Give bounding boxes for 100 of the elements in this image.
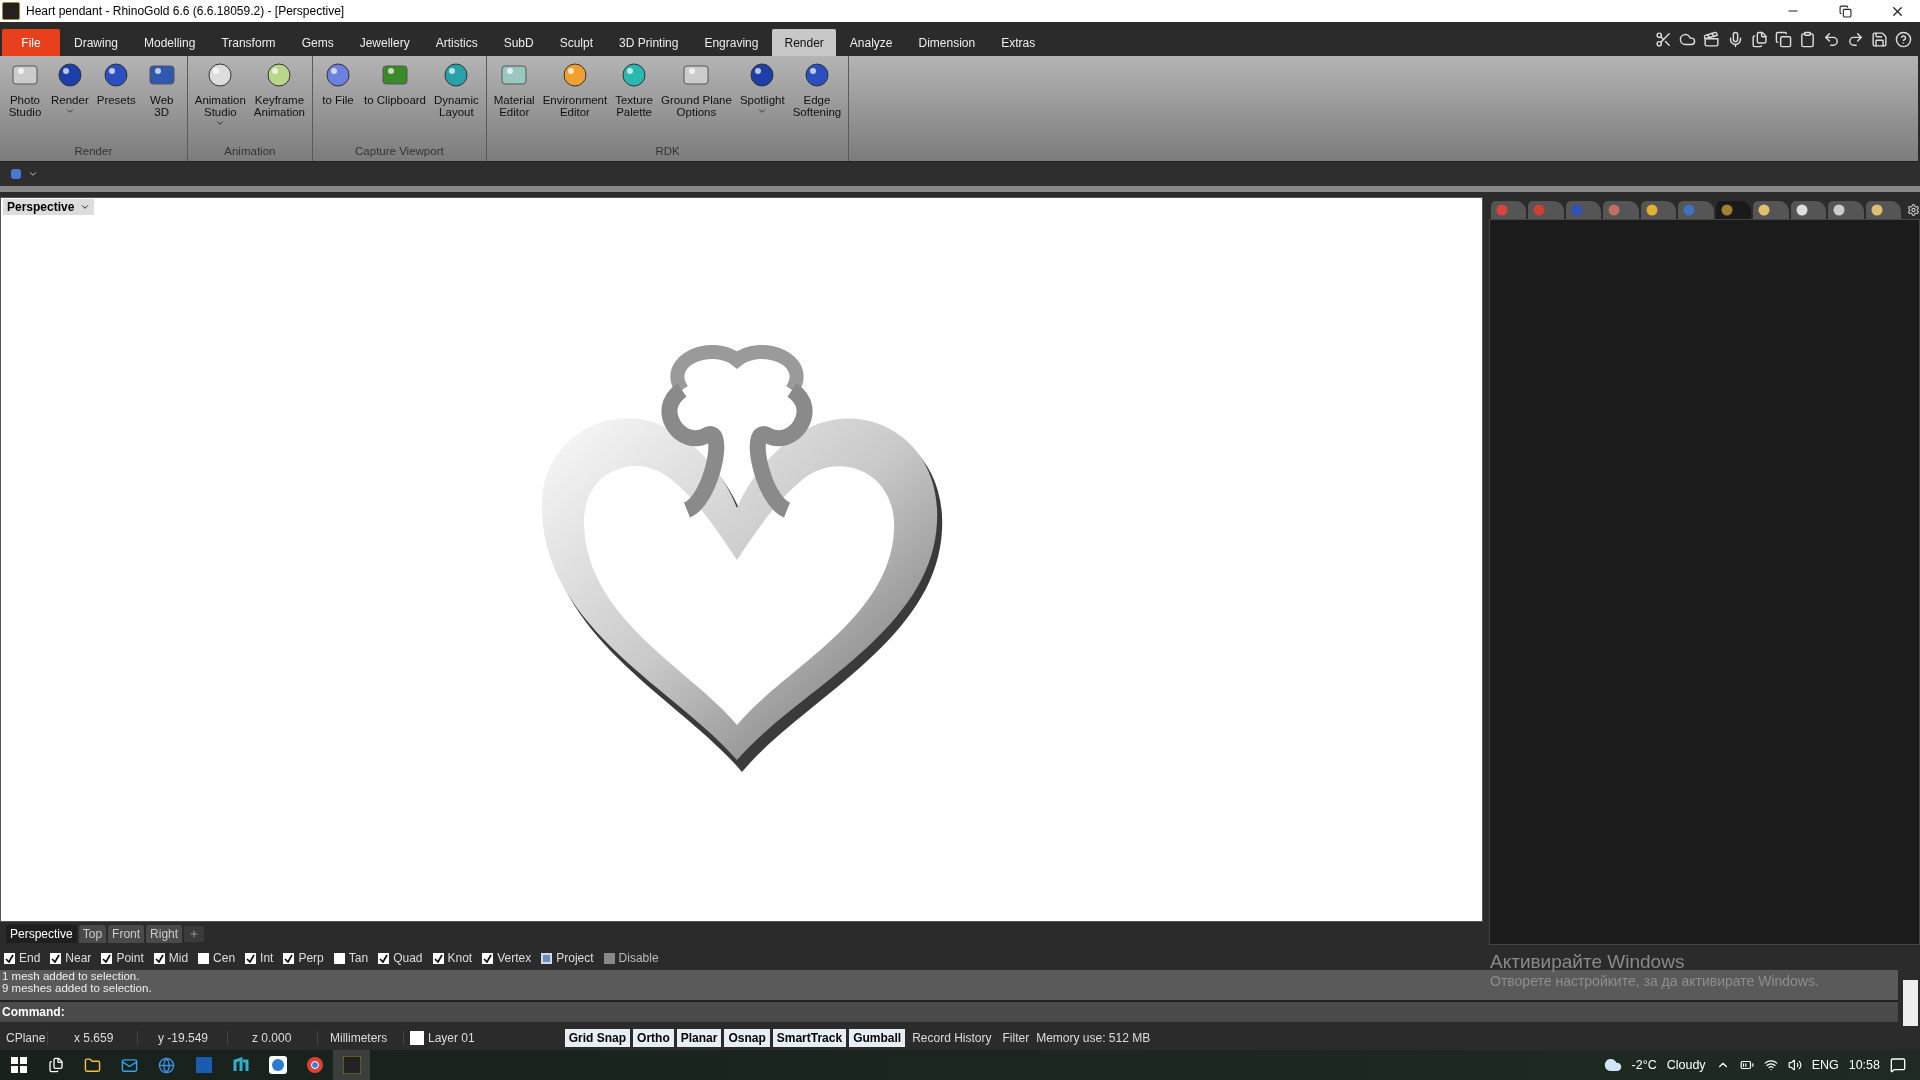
status-toggle[interactable]: SmartTrack — [772, 1029, 847, 1048]
windows-logo-icon[interactable] — [10, 1057, 27, 1073]
viewport-title[interactable]: Perspective — [3, 199, 95, 216]
osnap-checkbox[interactable]: Vertex — [482, 951, 532, 966]
panel-tab[interactable] — [1715, 201, 1752, 220]
status-toggle[interactable]: Gumball — [849, 1029, 906, 1048]
copy-icon[interactable] — [1775, 30, 1792, 48]
ribbon-tab[interactable]: Extras — [989, 29, 1048, 56]
osnap-checkbox[interactable]: Mid — [153, 951, 189, 966]
ribbon-tab[interactable]: Transform — [209, 29, 288, 56]
language-indicator[interactable]: ENG — [1811, 1058, 1839, 1072]
add-tab-button[interactable] — [184, 926, 205, 943]
check-icon[interactable] — [433, 953, 443, 963]
ribbon-tab[interactable]: Gems — [289, 29, 346, 56]
volume-icon[interactable] — [1787, 1058, 1802, 1072]
plus-icon[interactable] — [189, 929, 200, 940]
ribbon-button[interactable]: Render — [48, 56, 92, 144]
check-icon[interactable] — [379, 953, 389, 963]
check-icon[interactable] — [5, 953, 14, 963]
ribbon-button[interactable]: Texture Palette — [612, 56, 656, 144]
restore-icon[interactable] — [1838, 4, 1852, 18]
clipboard-icon[interactable] — [1799, 30, 1816, 48]
check-icon[interactable] — [284, 953, 294, 963]
units-label[interactable]: Millimeters — [318, 1031, 404, 1046]
osnap-checkbox[interactable]: Disable — [603, 951, 659, 966]
ribbon-tab[interactable]: Dimension — [906, 29, 988, 56]
panel-tab[interactable] — [1790, 201, 1827, 220]
status-toggle[interactable]: Ortho — [633, 1029, 674, 1048]
ribbon-button[interactable]: Animation Studio — [191, 56, 249, 144]
tab-icon[interactable] — [1645, 204, 1658, 217]
scissors-icon[interactable] — [1655, 30, 1672, 48]
ribbon-button[interactable]: Edge Softening — [789, 56, 845, 144]
ribbon-tab[interactable]: SubD — [491, 29, 546, 56]
ribbon-button[interactable]: to Clipboard — [361, 56, 429, 144]
settings-icon[interactable] — [1907, 203, 1920, 218]
viewport-tab[interactable]: Front — [108, 925, 145, 944]
osnap-checkbox[interactable]: Knot — [432, 951, 473, 966]
ribbon-tab[interactable]: Render — [772, 29, 836, 56]
ribbon-button[interactable]: Web 3D — [140, 56, 183, 144]
status-toggle[interactable]: Planar — [676, 1029, 722, 1048]
file-menu-button[interactable]: File — [2, 29, 60, 56]
ribbon-tab[interactable]: Artistics — [423, 29, 490, 56]
osnap-checkbox[interactable]: Tan — [333, 951, 369, 966]
help-icon[interactable] — [1895, 30, 1912, 48]
osnap-checkbox[interactable]: End — [4, 951, 41, 966]
panel-tab[interactable] — [1753, 201, 1789, 220]
check-icon[interactable] — [154, 953, 164, 963]
check-icon[interactable] — [483, 953, 493, 963]
cplane-label[interactable]: CPlane — [0, 1031, 48, 1046]
check-icon[interactable] — [51, 953, 61, 963]
ribbon-button[interactable]: Ground Plane Options — [657, 56, 735, 144]
osnap-checkbox[interactable]: Int — [245, 951, 274, 966]
osnap-checkbox[interactable]: Project — [541, 951, 594, 966]
ribbon-tab[interactable]: Drawing — [62, 29, 130, 56]
osnap-checkbox[interactable]: Cen — [198, 951, 236, 966]
tab-icon[interactable] — [1795, 204, 1808, 217]
ribbon-tab[interactable]: Engraving — [692, 29, 771, 56]
osnap-checkbox[interactable]: Point — [101, 951, 144, 966]
ribbon-button[interactable]: Presets — [93, 56, 139, 144]
ribbon-button[interactable]: Material Editor — [490, 56, 538, 144]
ribbon-button[interactable]: Environment Editor — [539, 56, 611, 144]
status-toggle[interactable]: Filter — [998, 1029, 1034, 1048]
ribbon-button[interactable]: to File — [317, 56, 359, 144]
battery-icon[interactable] — [1739, 1058, 1754, 1072]
tab-icon[interactable] — [1833, 204, 1846, 217]
ribbon-button[interactable]: Keyframe Animation — [250, 56, 308, 144]
osnap-checkbox[interactable]: Near — [50, 951, 92, 966]
check-icon[interactable] — [102, 953, 112, 963]
tab-icon[interactable] — [1758, 204, 1771, 217]
viewport[interactable]: Perspective — [0, 197, 1483, 923]
ribbon-tab[interactable]: Jewellery — [347, 29, 422, 56]
tab-icon[interactable] — [1720, 204, 1733, 217]
check-icon[interactable] — [246, 953, 256, 963]
microphone-icon[interactable] — [1727, 30, 1744, 48]
viewport-tab[interactable]: Right — [146, 925, 183, 944]
tab-icon[interactable] — [1870, 204, 1883, 217]
clock[interactable]: 10:58 — [1848, 1058, 1880, 1072]
panel-tab[interactable] — [1640, 201, 1677, 220]
status-toggle[interactable]: Grid Snap — [564, 1029, 631, 1048]
status-toggle[interactable]: Record History — [908, 1029, 996, 1048]
ribbon-button[interactable]: Photo Studio — [4, 56, 46, 144]
redo-icon[interactable] — [1847, 30, 1864, 48]
layer-label[interactable]: Layer 01 — [428, 1031, 475, 1046]
ribbon-button[interactable]: Spotlight — [736, 56, 788, 144]
weather-icon[interactable] — [1603, 1056, 1622, 1074]
clapperboard-icon[interactable] — [1703, 30, 1720, 48]
ribbon-button[interactable]: Dynamic Layout — [431, 56, 482, 144]
ribbon-tab[interactable]: 3D Printing — [607, 29, 691, 56]
status-toggle[interactable]: Osnap — [724, 1029, 770, 1048]
layer-color-swatch[interactable] — [410, 1031, 424, 1046]
panel-tab[interactable] — [1828, 201, 1864, 220]
ribbon-tab[interactable]: Sculpt — [547, 29, 606, 56]
command-field[interactable]: Command: — [0, 1000, 1898, 1023]
ribbon-tab[interactable]: Modelling — [132, 29, 208, 56]
viewport-tab[interactable]: Perspective — [6, 925, 77, 944]
viewport-tab[interactable]: Top — [78, 925, 107, 944]
undo-icon[interactable] — [1823, 30, 1840, 48]
osnap-checkbox[interactable]: Quad — [378, 951, 423, 966]
ribbon-tab[interactable]: Analyze — [837, 29, 905, 56]
task-view-icon[interactable] — [47, 1057, 64, 1073]
